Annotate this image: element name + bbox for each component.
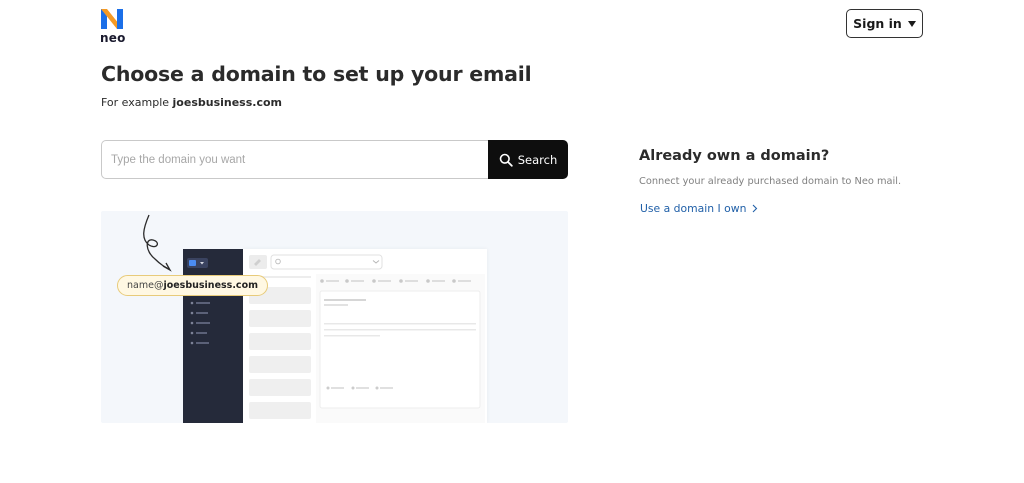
search-icon: [499, 153, 513, 167]
domain-search-input[interactable]: [101, 140, 488, 179]
brand-logo[interactable]: neo: [100, 8, 128, 45]
search-button[interactable]: Search: [488, 140, 568, 179]
own-domain-description: Connect your already purchased domain to…: [639, 176, 902, 187]
example-domain: joesbusiness.com: [172, 96, 282, 109]
example-prefix: For example: [101, 96, 173, 109]
domain-search-bar: Search: [101, 140, 568, 179]
email-user: name@: [127, 280, 164, 291]
caret-down-icon: [907, 21, 916, 27]
use-own-domain-label: Use a domain I own: [640, 202, 747, 215]
use-own-domain-link[interactable]: Use a domain I own: [640, 202, 758, 215]
example-text: For example joesbusiness.com: [101, 96, 282, 109]
mail-app-illustration: name@ joesbusiness.com: [101, 211, 568, 423]
search-button-label: Search: [517, 152, 558, 167]
page-title: Choose a domain to set up your email: [101, 62, 532, 86]
chevron-right-icon: [753, 204, 758, 213]
neo-logo-icon: [101, 9, 123, 29]
email-address-chip: name@ joesbusiness.com: [117, 275, 268, 296]
illustration-mail-window: [243, 249, 487, 423]
email-domain: joesbusiness.com: [163, 280, 258, 291]
mail-window-details: [249, 254, 485, 423]
own-domain-title: Already own a domain?: [639, 148, 830, 164]
sign-in-button[interactable]: Sign in: [846, 9, 923, 38]
brand-name: neo: [100, 31, 126, 45]
sign-in-label: Sign in: [853, 16, 902, 31]
